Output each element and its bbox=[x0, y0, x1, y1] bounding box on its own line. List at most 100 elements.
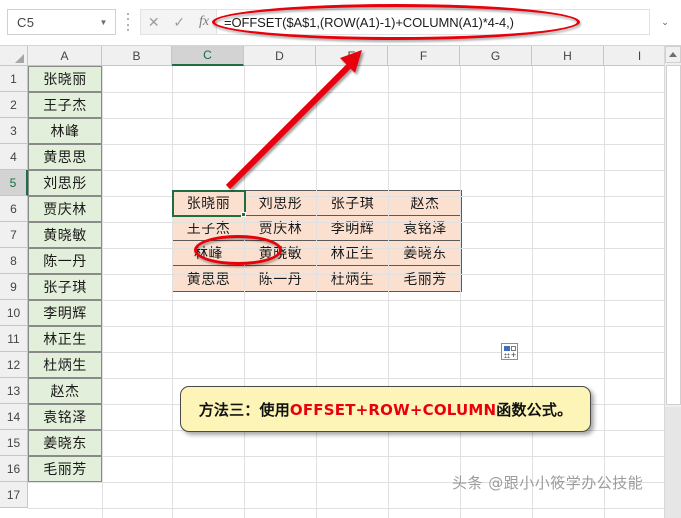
selection-fill-handle[interactable] bbox=[241, 212, 246, 217]
source-cell-a9[interactable]: 张子琪 bbox=[28, 274, 102, 300]
row-header-10[interactable]: 10 bbox=[0, 300, 28, 326]
formula-bar: C5 ▼ ✕ ✓ fx =OFFSET($A$1,(ROW(A1)-1)+COL… bbox=[0, 0, 681, 46]
source-cell-a3[interactable]: 林峰 bbox=[28, 118, 102, 144]
row-header-15[interactable]: 15 bbox=[0, 430, 28, 456]
result-cell-r1c1[interactable]: 张晓丽 bbox=[172, 190, 246, 217]
source-cell-a13[interactable]: 赵杰 bbox=[28, 378, 102, 404]
row-header-12[interactable]: 12 bbox=[0, 352, 28, 378]
gridline-vertical bbox=[388, 66, 389, 518]
source-cell-a15[interactable]: 姜晓东 bbox=[28, 430, 102, 456]
fx-icon[interactable]: fx bbox=[199, 15, 209, 29]
cells-area[interactable]: 张晓丽 刘思彤 张子琪 赵杰 王子杰 贾庆林 李明辉 袁铭泽 林峰 黄晓敏 林正生 姜晓东 黄思思 陈一丹… bbox=[28, 66, 664, 518]
row-header-8[interactable]: 8 bbox=[0, 248, 28, 274]
row-header-column: 1 2 3 4 5 6 7 8 9 10 11 12 13 14 15 16 17 bbox=[0, 66, 28, 508]
result-cell-r2c4[interactable]: 袁铭泽 bbox=[389, 216, 461, 241]
row-header-14[interactable]: 14 bbox=[0, 404, 28, 430]
source-cell-a8[interactable]: 陈一丹 bbox=[28, 248, 102, 274]
result-grid-row: 林峰 黄晓敏 林正生 姜晓东 bbox=[173, 241, 461, 266]
scroll-up-arrow-icon[interactable] bbox=[665, 46, 681, 63]
source-cell-a1[interactable]: 张晓丽 bbox=[28, 66, 102, 92]
name-box[interactable]: C5 ▼ bbox=[7, 9, 116, 35]
row-header-16[interactable]: 16 bbox=[0, 456, 28, 482]
result-cell-r1c3[interactable]: 张子琪 bbox=[317, 191, 389, 216]
source-cell-a2[interactable]: 王子杰 bbox=[28, 92, 102, 118]
row-header-4[interactable]: 4 bbox=[0, 144, 28, 170]
column-header-b[interactable]: B bbox=[102, 46, 172, 66]
worksheet: ABCDEFGHI 1 2 3 4 5 6 7 8 9 10 11 12 13 14 15 16 17 张晓丽刘… bbox=[0, 46, 664, 518]
source-cell-a4[interactable]: 黄思思 bbox=[28, 144, 102, 170]
formula-text: =OFFSET($A$1,(ROW(A1)-1)+COLUMN(A1)*4-4,… bbox=[224, 14, 514, 30]
row-header-6[interactable]: 6 bbox=[0, 196, 28, 222]
gridline-horizontal bbox=[28, 170, 664, 171]
chevron-down-icon[interactable]: ▼ bbox=[95, 18, 115, 27]
row-header-5[interactable]: 5 bbox=[0, 170, 28, 196]
autofill-plus-icon: + bbox=[511, 350, 517, 360]
gridline-horizontal bbox=[28, 300, 664, 301]
gridline-vertical bbox=[604, 66, 605, 518]
column-header-c[interactable]: C bbox=[172, 46, 244, 66]
column-header-row: ABCDEFGHI bbox=[28, 46, 664, 66]
formula-action-icons: ✕ ✓ fx bbox=[140, 9, 216, 35]
gridline-horizontal bbox=[28, 378, 664, 379]
close-icon[interactable]: ✕ bbox=[148, 15, 160, 29]
column-header-g[interactable]: G bbox=[460, 46, 532, 66]
vertical-scrollbar[interactable] bbox=[664, 46, 681, 518]
source-cell-a14[interactable]: 袁铭泽 bbox=[28, 404, 102, 430]
result-grid-row: 张晓丽 刘思彤 张子琪 赵杰 bbox=[172, 190, 461, 217]
excel-window: C5 ▼ ✕ ✓ fx =OFFSET($A$1,(ROW(A1)-1)+COL… bbox=[0, 0, 681, 518]
result-cell-r4c4[interactable]: 毛丽芳 bbox=[389, 266, 461, 291]
auto-fill-options-button[interactable]: + bbox=[501, 343, 518, 360]
column-header-f[interactable]: F bbox=[388, 46, 460, 66]
row-header-13[interactable]: 13 bbox=[0, 378, 28, 404]
column-header-i[interactable]: I bbox=[604, 46, 664, 66]
source-cell-a11[interactable]: 林正生 bbox=[28, 326, 102, 352]
result-grid-row: 王子杰 贾庆林 李明辉 袁铭泽 bbox=[173, 216, 461, 241]
callout-suffix: 函数公式。 bbox=[496, 400, 573, 419]
result-cell-r2c1[interactable]: 王子杰 bbox=[173, 216, 245, 241]
result-cell-r4c3[interactable]: 杜炳生 bbox=[317, 266, 389, 291]
source-cell-a6[interactable]: 贾庆林 bbox=[28, 196, 102, 222]
row-header-2[interactable]: 2 bbox=[0, 92, 28, 118]
source-cell-a16[interactable]: 毛丽芳 bbox=[28, 456, 102, 482]
source-cell-a5[interactable]: 刘思彤 bbox=[28, 170, 102, 196]
gridline-horizontal bbox=[28, 92, 664, 93]
result-cell-r2c3[interactable]: 李明辉 bbox=[317, 216, 389, 241]
result-grid-row: 黄思思 陈一丹 杜炳生 毛丽芳 bbox=[173, 266, 461, 291]
result-cell-r4c1[interactable]: 黄思思 bbox=[173, 266, 245, 291]
gridline-horizontal bbox=[28, 352, 664, 353]
row-header-9[interactable]: 9 bbox=[0, 274, 28, 300]
source-cell-a10[interactable]: 李明辉 bbox=[28, 300, 102, 326]
row-header-3[interactable]: 3 bbox=[0, 118, 28, 144]
row-header-11[interactable]: 11 bbox=[0, 326, 28, 352]
row-header-1[interactable]: 1 bbox=[0, 66, 28, 92]
column-header-h[interactable]: H bbox=[532, 46, 604, 66]
column-header-d[interactable]: D bbox=[244, 46, 316, 66]
gridline-horizontal bbox=[28, 274, 664, 275]
result-cell-r3c3[interactable]: 林正生 bbox=[317, 241, 389, 266]
row-header-17[interactable]: 17 bbox=[0, 482, 28, 508]
chevron-down-icon-formula[interactable]: ⌄ bbox=[654, 10, 676, 34]
callout-text: 方法三：使用OFFSET+ROW+COLUMN函数公式。 bbox=[199, 399, 573, 420]
column-header-e[interactable]: E bbox=[316, 46, 388, 66]
gridline-horizontal bbox=[28, 144, 664, 145]
result-cell-r1c4[interactable]: 赵杰 bbox=[389, 191, 461, 216]
column-header-a[interactable]: A bbox=[28, 46, 102, 66]
source-cell-a12[interactable]: 杜炳生 bbox=[28, 352, 102, 378]
result-cell-r2c2[interactable]: 贾庆林 bbox=[245, 216, 317, 241]
result-cell-r1c2[interactable]: 刘思彤 bbox=[245, 191, 317, 216]
scrollbar-thumb[interactable] bbox=[666, 65, 681, 405]
result-cell-r3c2[interactable]: 黄晓敏 bbox=[245, 241, 317, 266]
gridline-vertical bbox=[244, 66, 245, 518]
row-header-7[interactable]: 7 bbox=[0, 222, 28, 248]
result-cell-r4c2[interactable]: 陈一丹 bbox=[245, 266, 317, 291]
callout-prefix: 方法三：使用 bbox=[198, 400, 290, 419]
check-icon[interactable]: ✓ bbox=[173, 15, 185, 29]
scrollbar-track[interactable] bbox=[665, 407, 681, 518]
result-cell-r3c4[interactable]: 姜晓东 bbox=[389, 241, 461, 266]
gridline-horizontal bbox=[28, 456, 664, 457]
select-all-corner[interactable] bbox=[0, 46, 28, 66]
result-cell-r3c1[interactable]: 林峰 bbox=[173, 241, 245, 266]
formula-input[interactable]: =OFFSET($A$1,(ROW(A1)-1)+COLUMN(A1)*4-4,… bbox=[216, 9, 650, 35]
source-cell-a7[interactable]: 黄晓敏 bbox=[28, 222, 102, 248]
result-grid-table: 张晓丽 刘思彤 张子琪 赵杰 王子杰 贾庆林 李明辉 袁铭泽 林峰 黄晓敏 林正生 姜晓东 黄思思 陈一丹… bbox=[172, 190, 462, 292]
